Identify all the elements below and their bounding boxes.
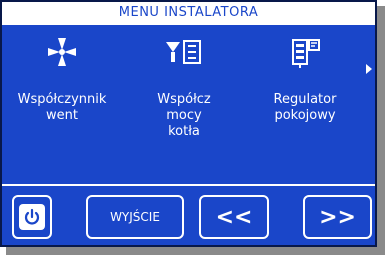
power-icon (19, 204, 45, 230)
controller-screen: MENU INSTALATORA Współczynnik went Współ… (0, 0, 377, 247)
footer-divider (2, 184, 375, 186)
menu-item-label: Współczynnik went (17, 92, 107, 123)
menu-item-fan-coefficient[interactable]: Współczynnik went (2, 32, 122, 124)
menu-item-boiler-power[interactable]: Współcz mocy kotła (124, 32, 244, 140)
fan-icon (2, 32, 122, 72)
title-divider (2, 23, 375, 25)
power-button[interactable] (12, 195, 52, 239)
chevron-right-icon[interactable] (366, 64, 372, 74)
previous-button[interactable]: << (199, 195, 269, 239)
menu-title: MENU INSTALATORA (2, 2, 375, 23)
menu-item-label: Współcz mocy kotła (157, 92, 211, 139)
next-button[interactable]: >> (303, 195, 372, 239)
menu-item-label: Regulator pokojowy (273, 92, 337, 123)
room-thermostat-icon (245, 32, 365, 72)
boiler-power-icon (124, 32, 244, 72)
exit-button[interactable]: WYJŚCIE (86, 195, 184, 239)
menu-item-room-regulator[interactable]: Regulator pokojowy (245, 32, 365, 124)
